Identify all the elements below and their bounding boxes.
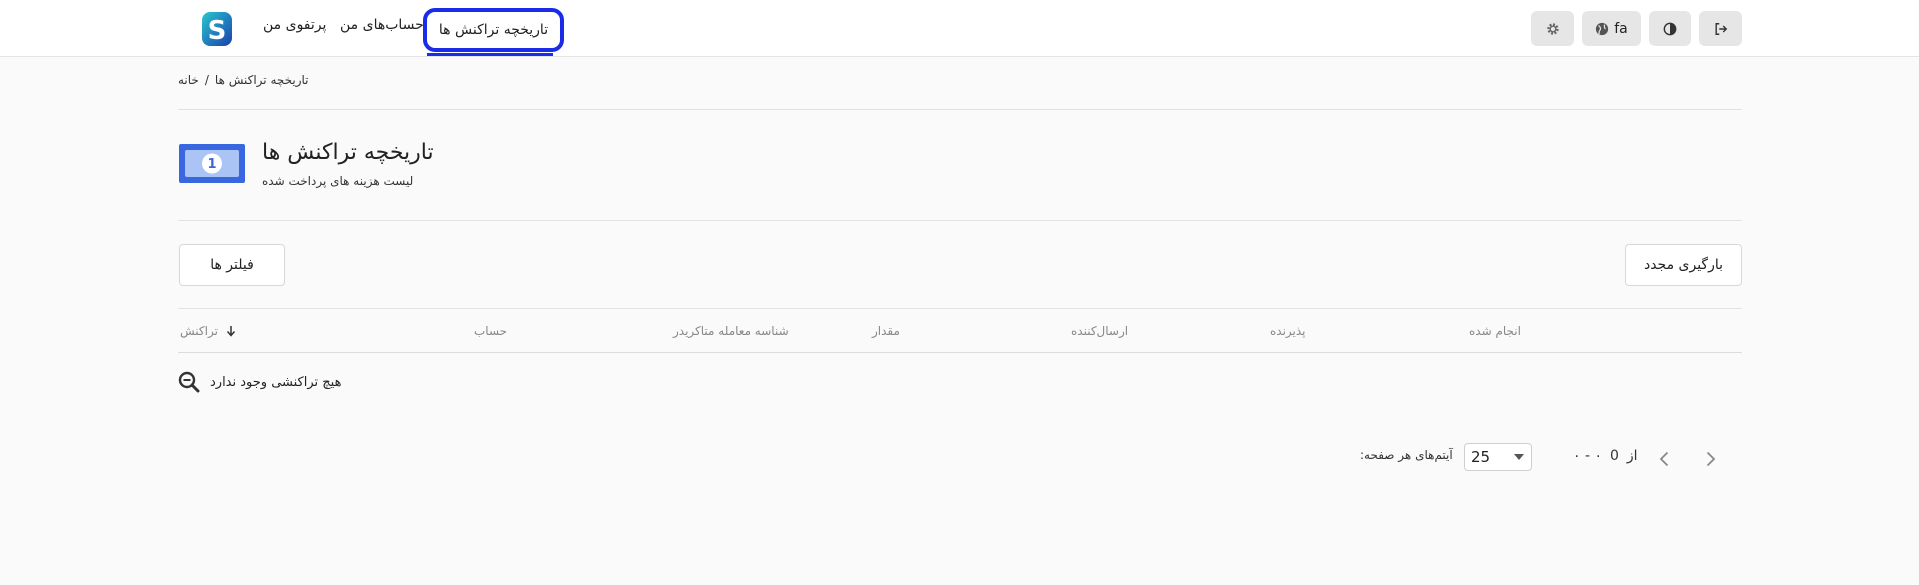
pagination-range: ۰ - ۰ 0 از — [1573, 448, 1638, 464]
pagination-range-value: ۰ - ۰ — [1573, 448, 1602, 464]
table-top-border — [178, 308, 1742, 309]
column-header-merchant-id[interactable]: شناسه معامله متاکریدر — [673, 324, 789, 338]
language-button[interactable]: fa — [1582, 11, 1641, 46]
app-logo-icon[interactable]: S — [202, 10, 232, 48]
chevron-left-icon[interactable] — [1655, 449, 1675, 469]
contrast-icon — [1663, 22, 1677, 35]
money-bill-number: 1 — [207, 157, 216, 172]
page-title: تاریخچه تراکنش ها — [262, 140, 434, 165]
column-header-transaction[interactable]: تراکنش — [180, 324, 236, 338]
logout-icon — [1714, 22, 1727, 35]
nav-transaction-history[interactable]: تاریخچه تراکنش ها — [423, 8, 564, 52]
globe-icon — [1596, 22, 1609, 35]
theme-toggle-button[interactable] — [1649, 11, 1691, 46]
page-subtitle: لیست هزینه های پرداخت شده — [262, 174, 414, 188]
filters-button-label: فیلتر ها — [210, 257, 254, 273]
top-header: S پرتفوی من حساب‌های من تاریخچه تراکنش ه… — [0, 0, 1919, 57]
column-header-sender[interactable]: ارسال‌کننده — [1071, 324, 1128, 338]
column-header-amount[interactable]: مقدار — [872, 324, 900, 338]
pagination-total: 0 — [1610, 448, 1619, 464]
nav-my-accounts[interactable]: حساب‌های من — [340, 17, 424, 33]
pagination-of-label: از — [1626, 448, 1638, 464]
chevron-right-icon[interactable] — [1700, 449, 1720, 469]
svg-text:S: S — [208, 16, 227, 46]
divider — [178, 220, 1742, 221]
money-bill-icon: 1 — [179, 144, 245, 183]
breadcrumb: خانه / تاریخچه تراکنش ها — [178, 73, 309, 87]
column-header-receiver[interactable]: پذیرنده — [1270, 324, 1306, 338]
items-per-page-label: :آیتم‌های هر صفحه — [1360, 448, 1453, 462]
search-empty-icon — [178, 371, 200, 393]
empty-state-message: هیچ تراکنشی وجود ندارد — [210, 374, 342, 390]
page-size-value: 25 — [1471, 448, 1491, 466]
breadcrumb-separator: / — [204, 73, 209, 87]
gear-icon — [1546, 22, 1559, 35]
logout-button[interactable] — [1699, 11, 1742, 46]
settings-button[interactable] — [1531, 11, 1574, 46]
active-tab-indicator — [427, 53, 553, 56]
filters-button[interactable]: فیلتر ها — [179, 244, 285, 286]
column-header-done[interactable]: انجام شده — [1469, 324, 1521, 338]
nav-portfolio[interactable]: پرتفوی من — [263, 17, 326, 33]
empty-state: هیچ تراکنشی وجود ندارد — [178, 371, 341, 393]
reload-button[interactable]: بارگیری مجدد — [1625, 244, 1742, 286]
table-header-border — [178, 352, 1742, 353]
breadcrumb-current: تاریخچه تراکنش ها — [214, 73, 309, 87]
nav-transaction-history-label: تاریخچه تراکنش ها — [438, 22, 549, 38]
breadcrumb-home[interactable]: خانه — [178, 73, 199, 87]
caret-down-icon — [1514, 454, 1524, 460]
reload-button-label: بارگیری مجدد — [1643, 257, 1724, 273]
divider — [178, 109, 1742, 110]
column-header-transaction-label: تراکنش — [180, 324, 218, 338]
column-header-account[interactable]: حساب — [474, 324, 507, 338]
arrow-down-icon[interactable] — [226, 325, 236, 337]
language-code: fa — [1614, 20, 1628, 37]
page-size-select[interactable]: 25 — [1464, 443, 1532, 471]
